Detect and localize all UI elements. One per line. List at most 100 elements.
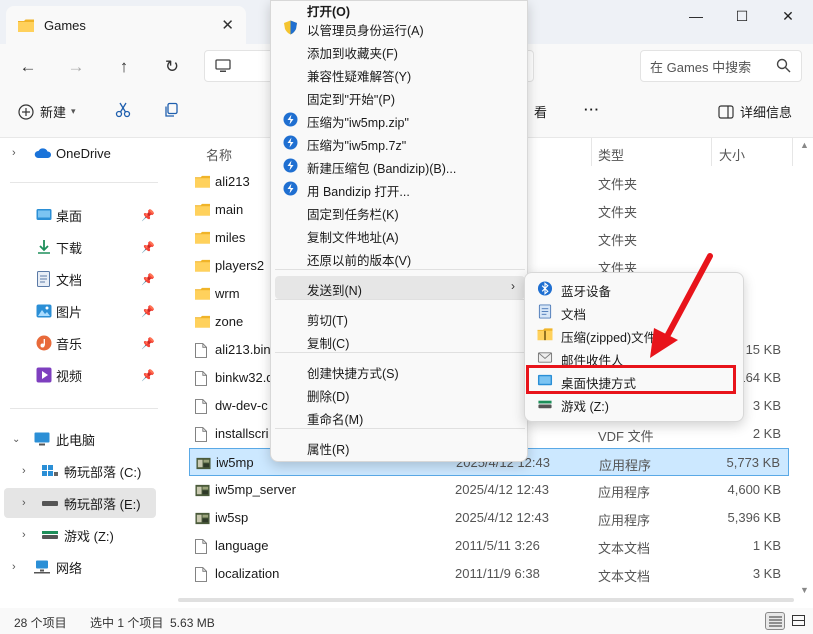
submenu-label: 文档 bbox=[561, 308, 587, 322]
pin-icon[interactable]: 📌 bbox=[141, 273, 155, 286]
menu-item[interactable]: 用 Bandizip 打开... bbox=[275, 177, 525, 200]
menu-item-label: 属性(R) bbox=[307, 443, 350, 457]
chevron-right-icon: › bbox=[12, 147, 16, 159]
bandizip-icon bbox=[283, 158, 298, 173]
pin-icon[interactable]: 📌 bbox=[141, 209, 155, 222]
sidebar-item-downloads[interactable]: 下载 📌 bbox=[0, 232, 158, 262]
item-count: 28 个项目 bbox=[14, 616, 67, 630]
menu-item[interactable]: 新建压缩包 (Bandizip)(B)... bbox=[275, 154, 525, 177]
table-row[interactable]: iw5mp_server 2025/4/12 12:43 应用程序 4,600 KB bbox=[189, 476, 789, 504]
sidebar-item-drive-e[interactable]: › 畅玩部落 (E:) bbox=[4, 488, 156, 518]
sidebar-item-drive-c[interactable]: › 畅玩部落 (C:) bbox=[0, 456, 158, 486]
menu-item[interactable]: 添加到收藏夹(F) bbox=[275, 39, 525, 62]
application-icon bbox=[195, 483, 210, 497]
table-row[interactable]: iw5sp 2025/4/12 12:43 应用程序 5,396 KB bbox=[189, 504, 789, 532]
tab-close-icon[interactable]: ✕ bbox=[221, 16, 234, 34]
up-button[interactable]: ↑ bbox=[109, 52, 139, 82]
sidebar-item-documents[interactable]: 文档 📌 bbox=[0, 264, 158, 294]
file-type: 文本文档 bbox=[598, 541, 651, 556]
scroll-up-icon[interactable]: ▲ bbox=[800, 140, 810, 150]
menu-item-label: 添加到收藏夹(F) bbox=[307, 47, 398, 61]
menu-item[interactable]: 固定到"开始"(P) bbox=[275, 85, 525, 108]
menu-item[interactable]: 剪切(T) bbox=[275, 306, 525, 329]
maximize-button[interactable]: ☐ bbox=[719, 0, 765, 32]
sidebar-item-this-pc[interactable]: ⌄ 此电脑 bbox=[0, 424, 158, 454]
forward-button[interactable]: → bbox=[61, 52, 91, 82]
cut-button[interactable] bbox=[115, 102, 131, 118]
menu-item[interactable]: 重命名(M) bbox=[275, 405, 525, 428]
menu-item-label: 复制(C) bbox=[307, 337, 350, 351]
pin-icon[interactable]: 📌 bbox=[141, 337, 155, 350]
menu-item[interactable]: 属性(R) bbox=[275, 435, 525, 458]
minimize-button[interactable]: — bbox=[673, 0, 719, 32]
file-size: 3 KB bbox=[752, 398, 781, 413]
menu-item[interactable]: 压缩为"iw5mp.zip" bbox=[275, 108, 525, 131]
plus-circle-icon bbox=[18, 103, 34, 120]
more-button[interactable]: ··· bbox=[584, 102, 600, 117]
file-name: dw-dev-c bbox=[215, 398, 268, 413]
tab-title: Games bbox=[44, 17, 86, 33]
sidebar-item-desktop[interactable]: 桌面 📌 bbox=[0, 200, 158, 230]
column-header-size[interactable]: 大小 bbox=[719, 142, 745, 166]
context-menu: 打开(O) 以管理员身份运行(A) 添加到收藏夹(F) 兼容性疑难解答(Y) 固定到"开… bbox=[270, 0, 528, 462]
menu-item[interactable]: 发送到(N) › bbox=[275, 276, 525, 299]
search-input[interactable]: 在 Games 中搜索 bbox=[640, 50, 802, 82]
menu-item-label: 压缩为"iw5mp.zip" bbox=[307, 116, 409, 130]
pin-icon[interactable]: 📌 bbox=[141, 305, 155, 318]
column-header-type[interactable]: 类型 bbox=[598, 142, 624, 166]
network-icon bbox=[34, 560, 50, 574]
mail-icon bbox=[537, 352, 553, 363]
monitor-icon bbox=[215, 59, 231, 72]
copy-icon bbox=[165, 102, 178, 117]
menu-item[interactable]: 以管理员身份运行(A) bbox=[275, 16, 525, 39]
menu-item[interactable]: 压缩为"iw5mp.7z" bbox=[275, 131, 525, 154]
sidebar-item-music[interactable]: 音乐 📌 bbox=[0, 328, 158, 358]
scroll-down-icon[interactable]: ▼ bbox=[800, 585, 810, 595]
divider bbox=[10, 408, 158, 409]
menu-item[interactable]: 还原以前的版本(V) bbox=[275, 246, 525, 269]
menu-item[interactable]: 删除(D) bbox=[275, 382, 525, 405]
file-size: 15 KB bbox=[745, 342, 781, 357]
column-separator[interactable] bbox=[792, 138, 793, 166]
shield-icon bbox=[283, 20, 298, 35]
menu-item[interactable]: 复制(C) bbox=[275, 329, 525, 352]
menu-item[interactable]: 固定到任务栏(K) bbox=[275, 200, 525, 223]
file-icon bbox=[195, 539, 210, 554]
submenu-item-drive-z[interactable]: 游戏 (Z:) bbox=[529, 392, 741, 415]
horizontal-scrollbar[interactable] bbox=[178, 598, 794, 602]
sidebar-item-pictures[interactable]: 图片 📌 bbox=[0, 296, 158, 326]
menu-item[interactable]: 兼容性疑难解答(Y) bbox=[275, 62, 525, 85]
pin-icon[interactable]: 📌 bbox=[141, 241, 155, 254]
highlight-box bbox=[526, 365, 736, 394]
sidebar-item-onedrive[interactable]: › OneDrive bbox=[0, 138, 158, 168]
divider bbox=[10, 182, 158, 183]
details-view-icon[interactable] bbox=[765, 612, 785, 630]
view-partial-label[interactable]: 看 bbox=[534, 102, 547, 121]
sidebar-item-network[interactable]: › 网络 bbox=[0, 552, 158, 582]
details-button[interactable]: 详细信息 bbox=[718, 102, 792, 121]
copy-button[interactable] bbox=[163, 102, 179, 118]
menu-separator bbox=[275, 299, 525, 300]
column-separator[interactable] bbox=[591, 138, 592, 166]
computer-icon bbox=[34, 432, 50, 446]
menu-item[interactable]: 复制文件地址(A) bbox=[275, 223, 525, 246]
sidebar-item-videos[interactable]: 视频 📌 bbox=[0, 360, 158, 390]
menu-separator bbox=[275, 428, 525, 429]
new-button[interactable]: 新建 ▾ bbox=[18, 102, 76, 121]
table-row[interactable]: language 2011/5/11 3:26 文本文档 1 KB bbox=[189, 532, 789, 560]
back-button[interactable]: ← bbox=[13, 52, 43, 82]
column-separator[interactable] bbox=[711, 138, 712, 166]
refresh-button[interactable]: ↻ bbox=[157, 52, 187, 82]
table-row[interactable]: localization 2011/11/9 6:38 文本文档 3 KB bbox=[189, 560, 789, 588]
close-button[interactable]: ✕ bbox=[765, 0, 811, 32]
chevron-right-icon: › bbox=[12, 561, 16, 573]
folder-icon bbox=[18, 19, 34, 32]
tab-games[interactable]: Games ✕ bbox=[6, 6, 246, 44]
menu-item[interactable]: 创建快捷方式(S) bbox=[275, 359, 525, 382]
sidebar-item-drive-z[interactable]: › 游戏 (Z:) bbox=[0, 520, 158, 550]
column-header-name[interactable]: 名称 bbox=[206, 142, 232, 166]
tiles-view-icon[interactable] bbox=[789, 612, 809, 630]
menu-separator bbox=[275, 269, 525, 270]
pin-icon[interactable]: 📌 bbox=[141, 369, 155, 382]
menu-item-label: 剪切(T) bbox=[307, 314, 348, 328]
